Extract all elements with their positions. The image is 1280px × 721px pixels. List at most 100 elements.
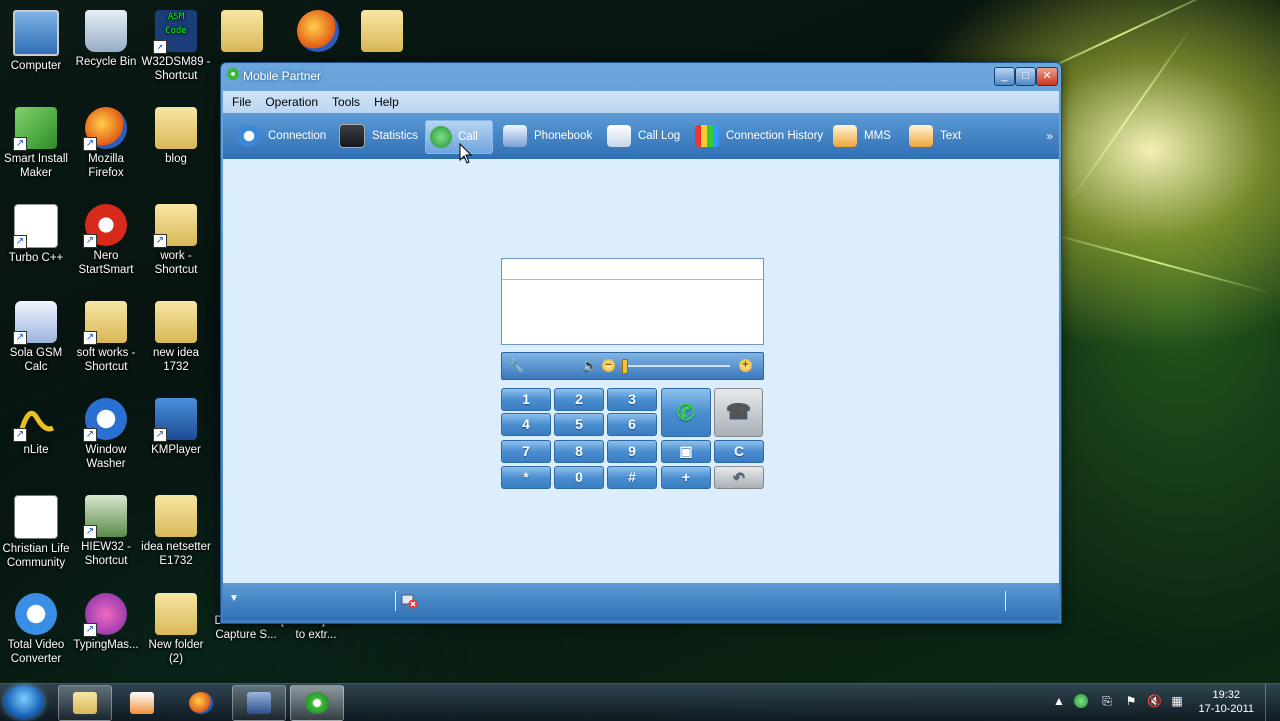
taskbar-explorer[interactable] xyxy=(58,685,112,721)
window-titlebar[interactable]: Mobile Partner _ □ ✕ xyxy=(221,63,1061,87)
menu-file[interactable]: File xyxy=(223,91,256,109)
menu-tools[interactable]: Tools xyxy=(323,91,365,109)
tray-flag-icon[interactable]: ⚑ xyxy=(1124,694,1138,708)
key-3[interactable]: 3 xyxy=(607,388,657,411)
statistics-icon xyxy=(339,124,365,148)
key-6[interactable]: 6 xyxy=(607,413,657,436)
hangup-button[interactable]: ☎ xyxy=(714,388,763,437)
desktop-icon-nero[interactable]: ↗ Nero StartSmart xyxy=(70,198,142,277)
toolbar-mms[interactable]: MMS xyxy=(829,120,891,152)
minimize-button[interactable]: _ xyxy=(994,67,1015,86)
wrench-icon[interactable]: 🔧 xyxy=(508,358,524,374)
backspace-button[interactable]: ↶ xyxy=(714,466,764,489)
desktop-icon-kmplayer[interactable]: ↗ KMPlayer xyxy=(140,392,212,457)
key-star[interactable]: * xyxy=(501,466,551,489)
desktop-icon-mozilla-firefox[interactable]: ↗ Mozilla Firefox xyxy=(70,101,142,180)
desktop-icon-work[interactable]: ↗ work - Shortcut xyxy=(140,198,212,277)
desktop-icon-nlite[interactable]: ↗ nLite xyxy=(0,392,72,457)
key-1[interactable]: 1 xyxy=(501,388,551,411)
key-plus[interactable]: + xyxy=(661,466,711,489)
document-icon: ↗ xyxy=(13,204,58,249)
desktop-icon-hiew32[interactable]: ↗ HIEW32 - Shortcut xyxy=(70,489,142,568)
desktop-icon-blog[interactable]: blog xyxy=(140,101,212,166)
volume-slider-track[interactable] xyxy=(622,365,730,367)
toolbar-phonebook[interactable]: Phonebook xyxy=(499,120,592,152)
speaker-icon: 🔈 xyxy=(582,358,599,373)
call-panel: 🔧 🔈 − + 1 2 3 4 5 6 7 8 9 * 0 # + ✆ ☎ ▣ … xyxy=(223,159,1059,583)
menu-help[interactable]: Help xyxy=(365,91,404,109)
tray-device-icon[interactable]: ⎘ xyxy=(1100,694,1114,708)
volume-slider-thumb[interactable] xyxy=(622,359,628,374)
asm-code-icon: ASM Code ↗ xyxy=(153,10,197,54)
status-bar: ▼ xyxy=(223,583,1059,620)
volume-up-button[interactable]: + xyxy=(739,359,752,372)
toolbar-text[interactable]: Text xyxy=(905,120,961,152)
desktop-icon-recycle-bin[interactable]: Recycle Bin xyxy=(70,4,142,69)
call-icon: ✆ xyxy=(676,400,696,425)
folder-icon xyxy=(361,10,403,52)
key-4[interactable]: 4 xyxy=(501,413,551,436)
desktop-icon-christian-life[interactable]: Christian Life Community xyxy=(0,489,72,570)
maximize-button[interactable]: □ xyxy=(1015,67,1036,86)
taskbar-video-capture[interactable] xyxy=(232,685,286,721)
wallpaper-streak xyxy=(1069,28,1192,202)
toolbar-statistics[interactable]: Statistics xyxy=(335,120,418,152)
window-washer-icon: ↗ xyxy=(83,398,127,442)
desktop-icon-idea-netsetter[interactable]: idea netsetter E1732 xyxy=(140,489,212,568)
desktop-icon-new-idea[interactable]: new idea 1732 xyxy=(140,295,212,374)
volume-down-button[interactable]: − xyxy=(602,359,615,372)
backspace-icon: ↶ xyxy=(733,469,745,485)
toolbar-call-log[interactable]: Call Log xyxy=(603,120,680,152)
menu-bar: File Operation Tools Help xyxy=(223,91,1059,113)
key-5[interactable]: 5 xyxy=(554,413,604,436)
key-7[interactable]: 7 xyxy=(501,440,551,463)
desktop-icon-computer[interactable]: Computer xyxy=(0,4,72,73)
desktop-icon-window-washer[interactable]: ↗ Window Washer xyxy=(70,392,142,471)
taskbar-firefox[interactable] xyxy=(174,685,228,721)
toolbar-connection-history[interactable]: Connection History xyxy=(691,120,823,152)
desktop-icon-typingmaster[interactable]: ↗ TypingMas... xyxy=(70,587,142,652)
desktop-icon-total-video-converter[interactable]: Total Video Converter xyxy=(0,587,72,666)
desktop-icon-new-folder-2[interactable]: New folder (2) xyxy=(140,587,212,666)
show-desktop-button[interactable] xyxy=(1265,684,1280,721)
toolbar-connection[interactable]: Connection xyxy=(233,120,326,152)
start-button[interactable] xyxy=(4,685,44,719)
tray-mobile-partner-icon[interactable] xyxy=(1074,694,1088,708)
taskbar-media-player[interactable] xyxy=(115,685,169,721)
desktop-icon-firefox-top[interactable] xyxy=(282,4,354,55)
desktop-icon-turbo-cpp[interactable]: ↗ Turbo C++ xyxy=(0,198,72,265)
folder-icon: ↗ xyxy=(153,204,197,248)
desktop-icon-smart-install-maker[interactable]: ↗ Smart Install Maker xyxy=(0,101,72,180)
clear-button[interactable]: C xyxy=(714,440,764,463)
contacts-button[interactable]: ▣ xyxy=(661,440,711,463)
desktop-icon-w32dsm89[interactable]: ASM Code ↗ W32DSM89 - Shortcut xyxy=(140,4,212,83)
sola-gsm-icon: ↗ xyxy=(13,301,57,345)
call-button[interactable]: ✆ xyxy=(661,388,711,437)
key-9[interactable]: 9 xyxy=(607,440,657,463)
phone-number-input[interactable] xyxy=(502,259,763,280)
key-8[interactable]: 8 xyxy=(554,440,604,463)
menu-operation[interactable]: Operation xyxy=(256,91,323,109)
taskbar-clock[interactable]: 19:32 17-10-2011 xyxy=(1199,688,1254,716)
desktop-icon-folder-top[interactable] xyxy=(206,4,278,55)
tray-volume-muted-icon[interactable]: 🔇 xyxy=(1147,694,1162,708)
key-0[interactable]: 0 xyxy=(554,466,604,489)
computer-icon xyxy=(13,10,59,56)
close-button[interactable]: ✕ xyxy=(1036,67,1058,86)
desktop-icon-sola-gsm[interactable]: ↗ Sola GSM Calc xyxy=(0,295,72,374)
video-converter-icon xyxy=(15,593,57,635)
folder-icon: ↗ xyxy=(83,301,127,345)
key-2[interactable]: 2 xyxy=(554,388,604,411)
desktop-icon-folder-top2[interactable] xyxy=(346,4,418,55)
tray-network-icon[interactable]: ▦ xyxy=(1170,694,1184,708)
toolbar-more-chevron[interactable]: » xyxy=(1046,129,1053,143)
clock-time: 19:32 xyxy=(1212,689,1241,701)
tray-expand-icon[interactable]: ▲ xyxy=(1052,694,1066,708)
key-hash[interactable]: # xyxy=(607,466,657,489)
desktop-icon-soft-works[interactable]: ↗ soft works - Shortcut xyxy=(70,295,142,374)
volume-bar: 🔧 🔈 − + xyxy=(501,352,764,380)
connection-icon xyxy=(237,125,261,147)
folder-icon xyxy=(155,495,197,537)
taskbar-mobile-partner[interactable] xyxy=(290,685,344,721)
mobile-partner-app-icon xyxy=(227,68,239,80)
